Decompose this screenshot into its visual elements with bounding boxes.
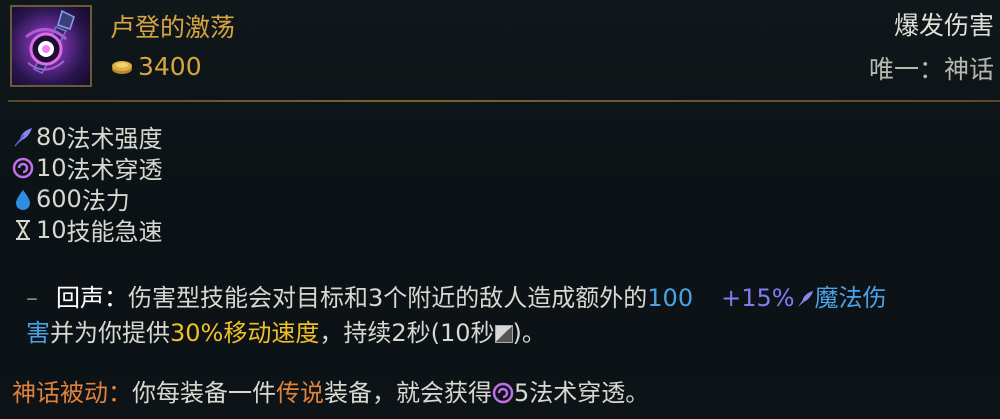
- water-drop-icon: [12, 188, 34, 210]
- mythic-text: 你每装备一件: [132, 379, 276, 407]
- gold-coin-icon: [110, 56, 134, 76]
- item-tooltip: 卢登的激荡 3400 爆发伤害 唯一：神话 80 法术强度 10 法术穿透 60…: [0, 0, 1000, 419]
- item-name: 卢登的激荡: [110, 13, 236, 42]
- stat-ability-power: 80 法术强度: [12, 121, 163, 153]
- stat-label: 法力: [81, 187, 130, 215]
- damage-type-end: 害: [26, 319, 50, 347]
- hourglass-icon: [12, 219, 34, 241]
- mythic-name: 神话被动：: [12, 379, 132, 407]
- item-category: 爆发伤害: [893, 11, 994, 40]
- bullet-dash: –: [26, 284, 38, 312]
- quill-icon: [795, 285, 815, 317]
- stat-magic-penetration: 10 法术穿透: [12, 152, 163, 184]
- stat-value: 10: [36, 215, 67, 244]
- quill-icon: [12, 126, 34, 148]
- stat-value: 10: [36, 153, 67, 182]
- stat-ability-haste: 10 技能急速: [12, 214, 163, 246]
- stat-value: 80: [36, 122, 67, 151]
- cooldown-box-icon: [494, 325, 513, 343]
- passive-line-1: – 回声：伤害型技能会对目标和3个附近的敌人造成额外的100 +15% 魔法伤: [26, 282, 996, 317]
- stat-label: 法术强度: [66, 125, 163, 153]
- passive-damage: 100: [647, 284, 694, 312]
- passive-ratio: +15%: [721, 284, 795, 312]
- legendary-label: 传说: [276, 379, 324, 407]
- item-cost: 3400: [138, 51, 202, 81]
- passive-end: )。: [512, 319, 546, 347]
- mythic-value: 5: [514, 379, 530, 407]
- mythic-text: 装备，就会获得: [324, 379, 492, 407]
- passive-text: 并为你提供: [50, 319, 170, 347]
- damage-type: 魔法伤: [814, 284, 887, 312]
- cost-row: 3400: [110, 50, 202, 82]
- luden-echo-staff-icon: [10, 5, 92, 87]
- spiral-icon: [12, 157, 34, 179]
- mythic-stat: 法术穿透。: [529, 379, 650, 407]
- passive-line-2: 害并为你提供30%移动速度，持续2秒(10秒 )。: [26, 317, 996, 349]
- stat-value: 600: [36, 184, 82, 213]
- stats-list: 80 法术强度 10 法术穿透 600 法力 10 技能急速: [12, 121, 163, 246]
- passive-duration: ，持续2秒(10秒: [319, 319, 495, 347]
- move-speed: 30%移动速度: [170, 319, 320, 347]
- spiral-icon: [492, 380, 514, 412]
- stat-label: 法术穿透: [66, 156, 163, 184]
- passive-text: 伤害型技能会对目标和3个附近的敌人造成额外的: [128, 284, 648, 312]
- mythic-passive: 神话被动：你每装备一件传说装备，就会获得 5法术穿透。: [12, 377, 649, 412]
- passive-name: 回声：: [56, 284, 128, 312]
- passive-echo: – 回声：伤害型技能会对目标和3个附近的敌人造成额外的100 +15% 魔法伤 害并为…: [26, 282, 996, 349]
- unique-label: 唯一：神话: [868, 55, 994, 84]
- divider: [8, 100, 1000, 102]
- stat-label: 技能急速: [66, 218, 163, 246]
- stat-mana: 600 法力: [12, 183, 163, 215]
